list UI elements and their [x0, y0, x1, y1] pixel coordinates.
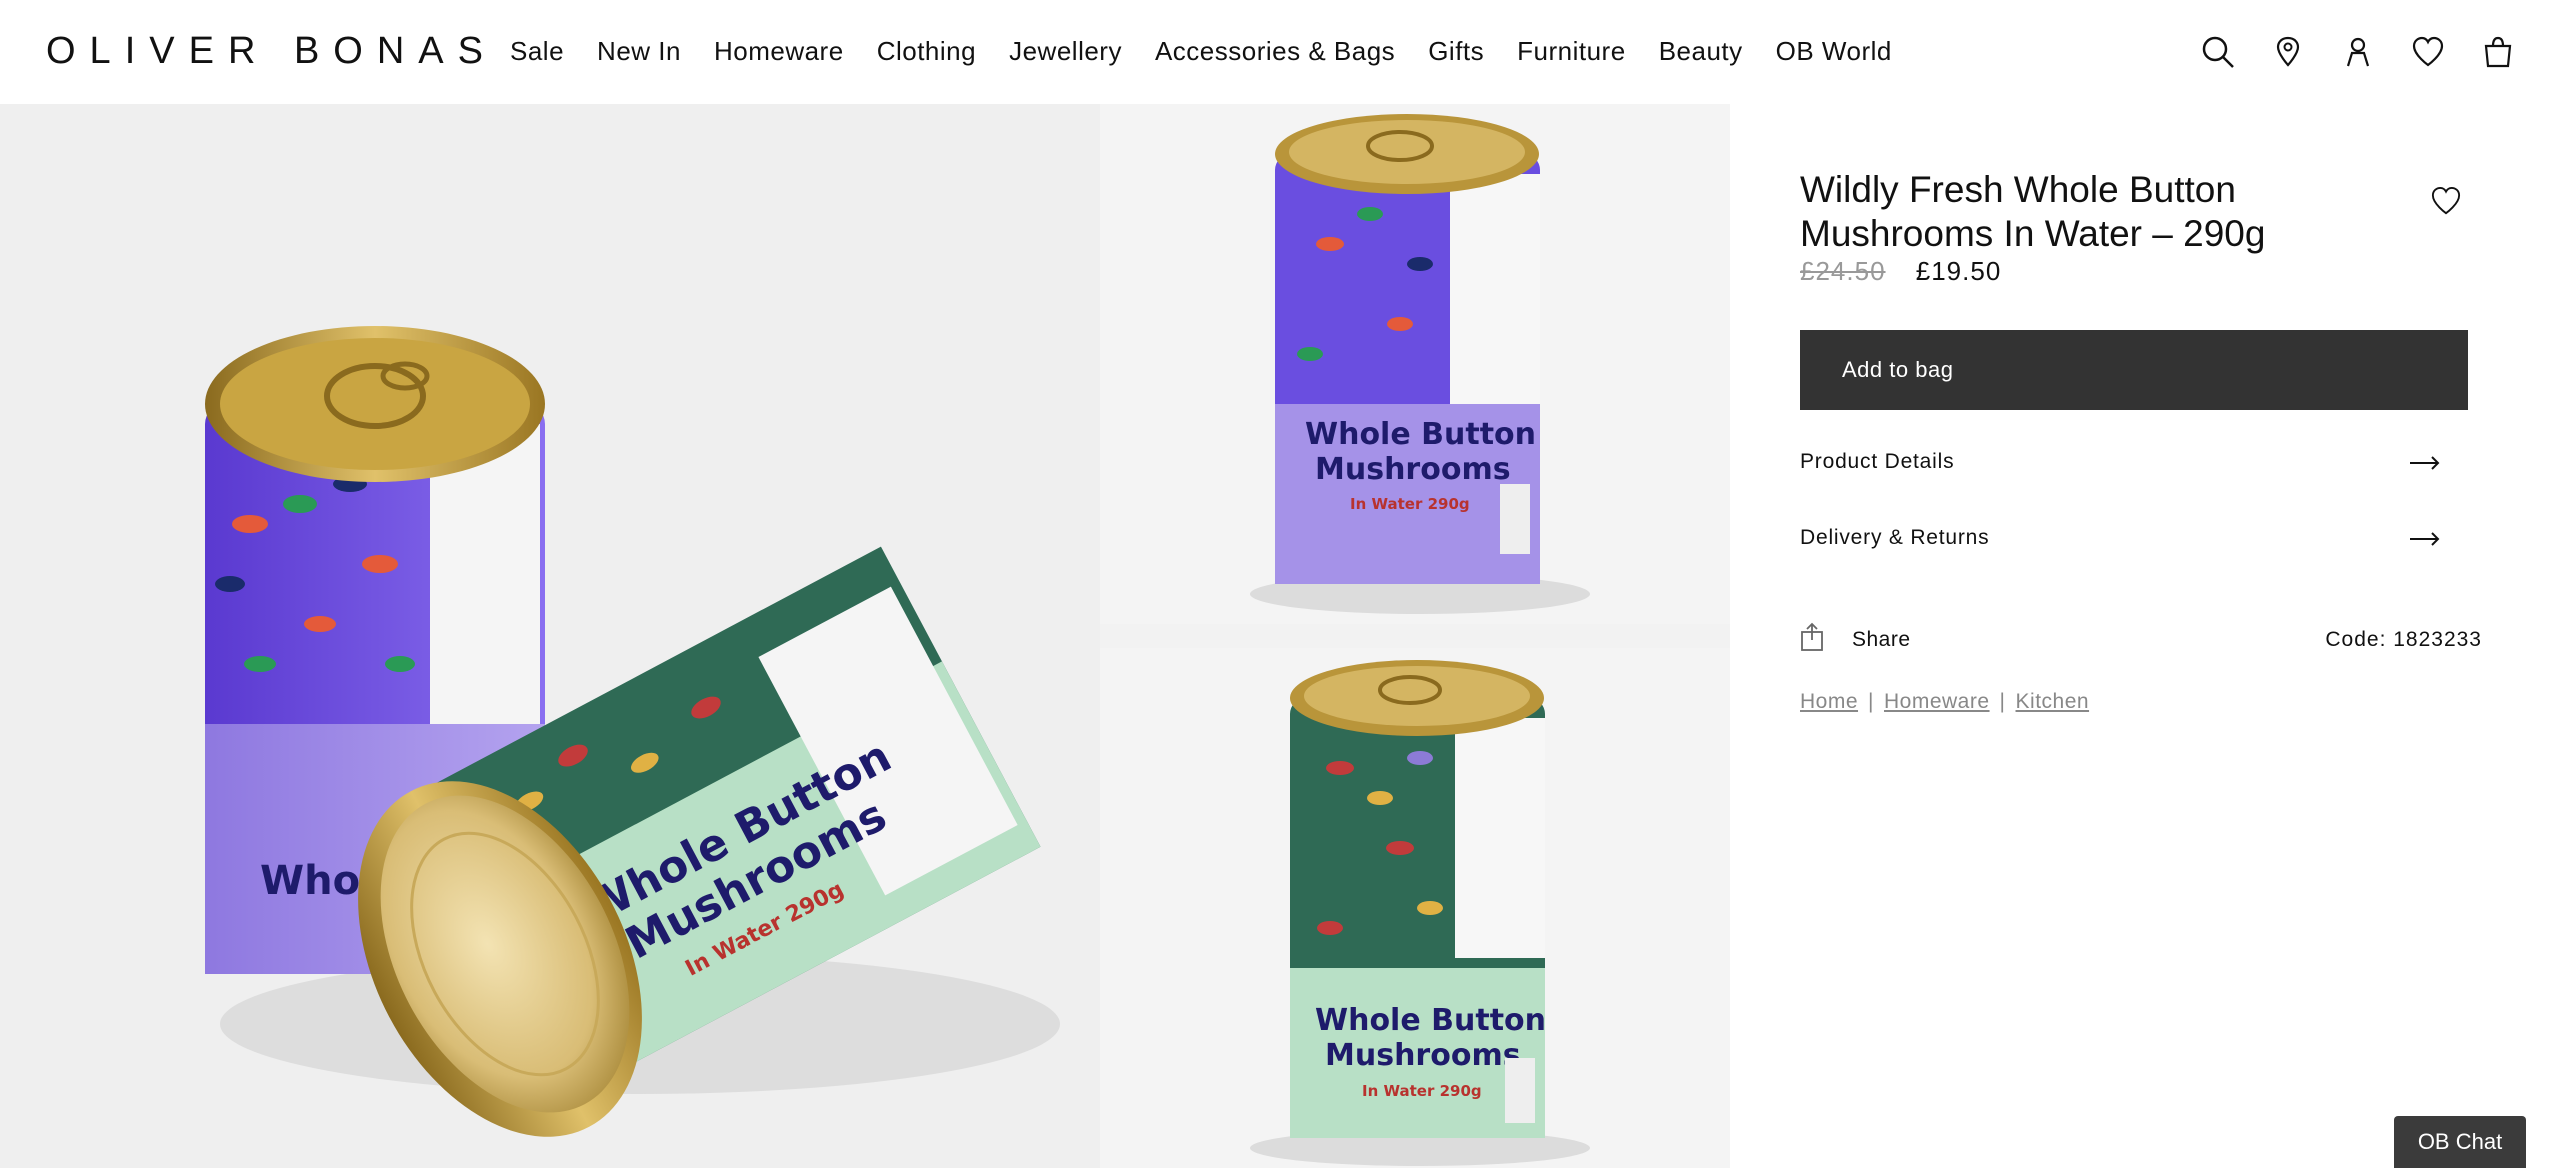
breadcrumb-separator: | [1999, 690, 2006, 713]
nav-item-homeware[interactable]: Homeware [714, 36, 844, 67]
nav-item-clothing[interactable]: Clothing [877, 36, 976, 67]
site-header: OLIVER BONAS Sale New In Homeware Clothi… [0, 0, 2560, 104]
nav-item-beauty[interactable]: Beauty [1659, 36, 1743, 67]
share-icon [1800, 622, 1824, 657]
add-to-wishlist-icon[interactable] [2430, 186, 2466, 222]
search-icon[interactable] [2196, 30, 2240, 74]
svg-text:Mushrooms: Mushrooms [1315, 452, 1511, 487]
nav-item-gifts[interactable]: Gifts [1428, 36, 1484, 67]
breadcrumb: Home | Homeware | Kitchen [1800, 690, 2089, 714]
accordion-label: Product Details [1800, 450, 1955, 473]
product-info-panel: Wildly Fresh Whole Button Mushrooms In W… [1730, 104, 2560, 1168]
share-button[interactable]: Share [1800, 622, 1911, 657]
accordion-delivery-returns[interactable]: Delivery & Returns [1800, 526, 2440, 566]
arrow-right-icon [2410, 532, 2440, 551]
nav-item-new-in[interactable]: New In [597, 36, 681, 67]
arrow-right-icon [2410, 456, 2440, 475]
svg-text:Whole Button: Whole Button [1305, 417, 1536, 452]
svg-text:In Water 290g: In Water 290g [1350, 495, 1470, 513]
main-nav: Sale New In Homeware Clothing Jewellery … [510, 36, 1925, 67]
nav-item-accessories-bags[interactable]: Accessories & Bags [1155, 36, 1395, 67]
account-icon[interactable] [2336, 30, 2380, 74]
main-product-image[interactable]: Whole B Whole Button Mushrooms In Water … [0, 104, 1100, 1168]
nav-item-ob-world[interactable]: OB World [1776, 36, 1892, 67]
svg-text:Mushrooms: Mushrooms [1325, 1038, 1521, 1073]
bag-icon[interactable] [2476, 30, 2520, 74]
product-title: Wildly Fresh Whole Button Mushrooms In W… [1800, 169, 2266, 254]
header-icons [2170, 30, 2520, 74]
add-to-bag-button[interactable]: Add to bag [1800, 330, 2468, 410]
ob-chat-button[interactable]: OB Chat [2394, 1116, 2526, 1168]
breadcrumb-home[interactable]: Home [1800, 690, 1858, 713]
brand-logo[interactable]: OLIVER BONAS [46, 30, 497, 73]
original-price: £24.50 [1800, 256, 1886, 286]
store-locator-icon[interactable] [2266, 30, 2310, 74]
nav-item-jewellery[interactable]: Jewellery [1009, 36, 1122, 67]
svg-text:Whole Button: Whole Button [1315, 1003, 1546, 1038]
share-label: Share [1852, 627, 1911, 651]
svg-text:In Water 290g: In Water 290g [1362, 1082, 1482, 1100]
breadcrumb-kitchen[interactable]: Kitchen [2016, 690, 2090, 713]
nav-item-sale[interactable]: Sale [510, 36, 564, 67]
accordion-product-details[interactable]: Product Details [1800, 450, 2440, 490]
price-block: £24.50 £19.50 [1800, 256, 2001, 287]
breadcrumb-homeware[interactable]: Homeware [1884, 690, 1990, 713]
product-image-green-tin[interactable]: Whole Button Mushrooms In Water 290g [1100, 648, 1730, 1168]
wishlist-icon[interactable] [2406, 30, 2450, 74]
nav-item-furniture[interactable]: Furniture [1517, 36, 1626, 67]
product-code: Code: 1823233 [2325, 628, 2482, 651]
sale-price: £19.50 [1915, 256, 2002, 286]
product-thumbnails: Whole Button Mushrooms In Water 290g Who… [1100, 104, 1730, 1168]
breadcrumb-separator: | [1868, 690, 1874, 713]
product-image-purple-tin[interactable]: Whole Button Mushrooms In Water 290g [1100, 104, 1730, 624]
accordion-label: Delivery & Returns [1800, 526, 1990, 549]
